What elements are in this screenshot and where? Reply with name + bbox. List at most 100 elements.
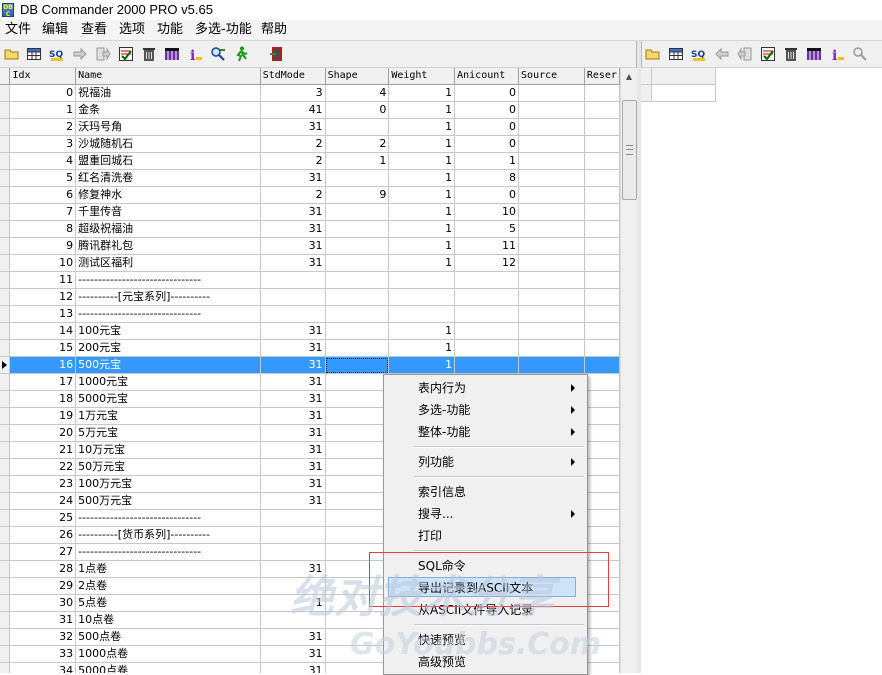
cell-shape[interactable] [325,475,390,493]
cell-stdmode[interactable]: 31 [260,169,326,187]
table-row[interactable]: 8 超级祝福油 31 1 5 [0,220,620,238]
cell-idx[interactable]: 25 [9,509,77,527]
cell-shape[interactable] [325,271,390,289]
table-row[interactable]: 4 盟重回城石 2 1 1 1 [0,152,620,170]
cell-source[interactable] [518,339,585,357]
cell-name[interactable]: 5点卷 [75,594,261,612]
cell-reser[interactable] [584,101,620,119]
cell-idx[interactable]: 3 [9,135,77,153]
cell-anicount[interactable]: 5 [454,220,520,238]
cell-idx[interactable]: 2 [9,118,77,136]
cell-weight[interactable] [388,305,456,323]
cell-reser[interactable] [584,662,620,673]
cell-stdmode[interactable]: 31 [260,662,326,673]
cell-reser[interactable] [584,458,620,476]
menu-edit[interactable]: 编辑 [42,20,68,40]
cell-stdmode[interactable]: 31 [260,356,326,374]
cell-shape[interactable] [325,509,390,527]
cell-source[interactable] [518,356,585,374]
menu-multi-select[interactable]: 多选-功能 [195,20,252,40]
arrow-left-icon[interactable] [713,45,731,63]
cell-reser[interactable] [584,492,620,510]
row-indicator[interactable] [0,220,11,238]
cell-reser[interactable] [584,441,620,459]
cell-idx[interactable]: 15 [9,339,77,357]
row-indicator[interactable] [0,475,11,493]
row-indicator[interactable] [0,662,11,673]
column-header-idx[interactable]: Idx [9,68,77,85]
cell-reser[interactable] [584,424,620,442]
cell-stdmode[interactable]: 31 [260,424,326,442]
cell-name[interactable]: 5000点卷 [75,662,261,673]
row-indicator[interactable] [0,526,11,544]
scroll-up-arrow-icon[interactable]: ▲ [621,68,637,85]
row-indicator[interactable] [0,611,11,629]
cell-anicount[interactable] [454,288,520,306]
cell-shape[interactable]: 2 [325,135,390,153]
menu-help[interactable]: 帮助 [261,20,287,40]
cell-weight[interactable]: 1 [388,356,456,374]
cell-name[interactable]: 千里传音 [75,203,261,221]
cell-reser[interactable] [584,237,620,255]
filter-icon[interactable] [117,45,135,63]
cell-shape[interactable] [325,526,390,544]
cell-weight[interactable]: 1 [388,135,456,153]
cell-stdmode[interactable] [260,577,326,595]
cell-stdmode[interactable]: 31 [260,322,326,340]
row-indicator[interactable] [0,424,11,442]
menu-item-index-info[interactable]: 索引信息 [386,482,585,502]
cell-idx[interactable]: 33 [9,645,77,663]
row-indicator[interactable] [0,271,11,289]
cell-idx[interactable]: 21 [9,441,77,459]
cell-stdmode[interactable]: 31 [260,373,326,391]
cell-reser[interactable] [584,475,620,493]
cell-name[interactable]: 沃玛号角 [75,118,261,136]
cell-name[interactable]: 1000元宝 [75,373,261,391]
cell-name[interactable]: ------------------------------- [75,305,261,323]
cell-stdmode[interactable]: 31 [260,118,326,136]
column-header-anicount[interactable]: Anicount [454,68,520,85]
cell-name[interactable]: 500元宝 [75,356,261,374]
table-row[interactable]: 13 ------------------------------- [0,305,620,323]
cell-idx[interactable]: 8 [9,220,77,238]
cell-weight[interactable]: 1 [388,84,456,102]
cell-idx[interactable]: 34 [9,662,77,673]
cell-stdmode[interactable] [260,288,326,306]
menu-item-quick-preview[interactable]: 快速预览 [386,630,585,650]
cell-reser[interactable] [584,305,620,323]
cell-stdmode[interactable]: 31 [260,203,326,221]
row-indicator[interactable] [0,441,11,459]
row-indicator[interactable] [0,237,11,255]
cell-anicount[interactable] [454,339,520,357]
cell-name[interactable]: ------------------------------- [75,509,261,527]
menu-file[interactable]: 文件 [5,20,31,40]
cell-stdmode[interactable]: 31 [260,390,326,408]
cell-stdmode[interactable]: 31 [260,645,326,663]
cell-anicount[interactable]: 12 [454,254,520,272]
cell-anicount[interactable] [454,271,520,289]
cell-name[interactable]: 100万元宝 [75,475,261,493]
cell-name[interactable]: ----------[元宝系列]---------- [75,288,261,306]
export-icon[interactable] [94,45,112,63]
cell-reser[interactable] [584,322,620,340]
cell-reser[interactable] [584,339,620,357]
cell-stdmode[interactable]: 31 [260,407,326,425]
cell-shape[interactable] [325,254,390,272]
cell-weight[interactable]: 1 [388,186,456,204]
cell-shape[interactable] [325,407,390,425]
cell-name[interactable]: 红名清洗卷 [75,169,261,187]
scroll-thumb[interactable] [622,100,637,200]
cell-stdmode[interactable]: 31 [260,254,326,272]
cell-reser[interactable] [584,254,620,272]
cell-anicount[interactable]: 0 [454,186,520,204]
cell-stdmode[interactable]: 3 [260,84,326,102]
cell-idx[interactable]: 10 [9,254,77,272]
row-indicator[interactable] [0,492,11,510]
cell-reser[interactable] [584,373,620,391]
cell-source[interactable] [518,220,585,238]
row-indicator[interactable] [0,135,11,153]
menu-options[interactable]: 选项 [119,20,145,40]
filter-icon[interactable] [759,45,777,63]
vertical-scrollbar[interactable]: ▲ [620,68,637,673]
cell-name[interactable]: 500万元宝 [75,492,261,510]
